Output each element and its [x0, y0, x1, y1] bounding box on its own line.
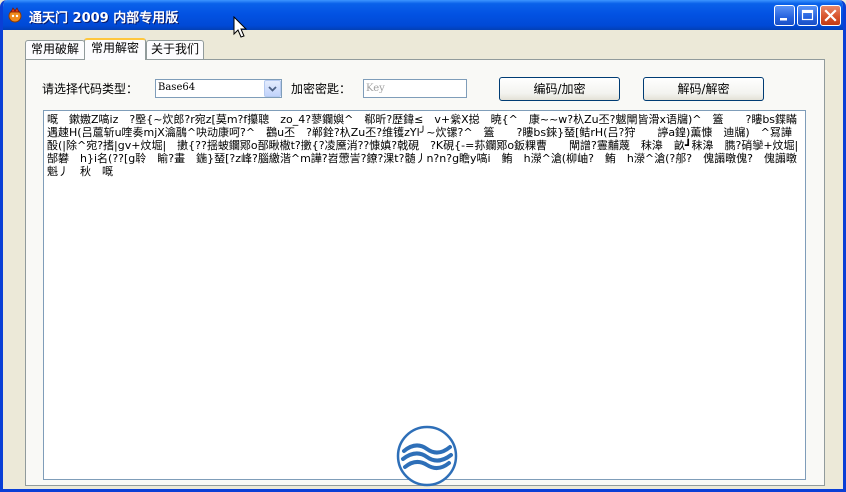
code-type-label: 请选择代码类型： — [42, 82, 139, 96]
window-title: 通天门 2009 内部专用版 — [29, 11, 179, 26]
chevron-down-icon — [268, 86, 277, 92]
close-button[interactable] — [820, 5, 841, 26]
tab-common-crack[interactable]: 常用破解 — [25, 40, 85, 59]
key-input[interactable] — [364, 80, 466, 97]
code-type-dropdown[interactable]: Base64 — [155, 79, 282, 98]
dropdown-button[interactable] — [264, 80, 281, 97]
minimize-icon — [780, 18, 787, 21]
code-type-value: Base64 — [158, 82, 196, 93]
tab-about-us[interactable]: 关于我们 — [146, 40, 204, 59]
maximize-icon — [801, 9, 814, 21]
tab-common-decrypt[interactable]: 常用解密 — [84, 38, 146, 60]
app-logo-icon — [8, 7, 22, 23]
minimize-button[interactable] — [774, 5, 795, 26]
decode-button[interactable]: 解码/解密 — [643, 77, 764, 101]
wave-logo-icon — [396, 425, 458, 487]
key-label: 加密密匙： — [291, 82, 352, 96]
close-icon — [824, 9, 837, 22]
maximize-button[interactable] — [797, 5, 818, 26]
mouse-pointer-icon — [233, 16, 248, 38]
title-bar[interactable]: 通天门 2009 内部专用版 — [3, 0, 843, 30]
encode-button[interactable]: 编码/加密 — [499, 77, 620, 101]
key-field[interactable] — [363, 79, 467, 98]
app-window: 通天门 2009 内部专用版 常用破解 常用解密 关于我们 请选择代码类型： B… — [0, 0, 846, 492]
output-text: 嘅 鏉嫐Z嗃iz ?壂{~炊郎?r宛z[莫m?f攥聰 zo_4?蓼鑭嬩^ 郗昕?… — [47, 113, 805, 178]
